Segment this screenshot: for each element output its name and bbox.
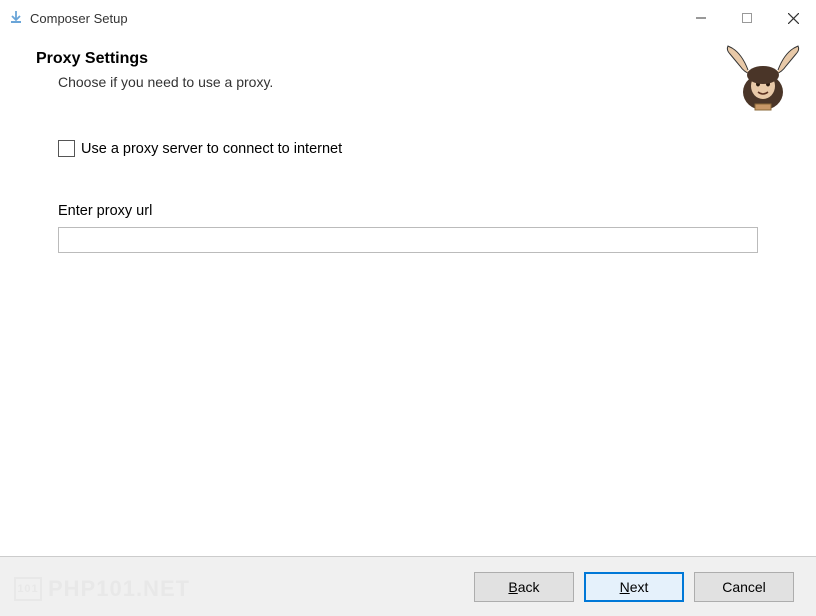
titlebar: Composer Setup	[0, 0, 816, 36]
close-button[interactable]	[770, 0, 816, 36]
cancel-button[interactable]: Cancel	[694, 572, 794, 602]
use-proxy-checkbox[interactable]	[58, 140, 75, 157]
composer-icon	[8, 10, 24, 26]
composer-logo-image	[722, 42, 804, 114]
proxy-url-label: Enter proxy url	[58, 203, 758, 219]
next-label-rest: ext	[630, 579, 649, 595]
maximize-button[interactable]	[724, 0, 770, 36]
back-button[interactable]: Back	[474, 572, 574, 602]
proxy-url-input[interactable]	[58, 227, 758, 253]
watermark: 101 PHP101.NET	[14, 576, 190, 602]
page-title: Proxy Settings	[36, 50, 796, 68]
watermark-icon: 101	[14, 577, 42, 601]
watermark-text: PHP101.NET	[48, 576, 190, 602]
use-proxy-row: Use a proxy server to connect to interne…	[58, 140, 758, 157]
window-controls	[678, 0, 816, 36]
next-button[interactable]: Next	[584, 572, 684, 602]
back-label-rest: ack	[518, 579, 540, 595]
wizard-content: Use a proxy server to connect to interne…	[0, 100, 816, 253]
use-proxy-label: Use a proxy server to connect to interne…	[81, 141, 342, 157]
minimize-button[interactable]	[678, 0, 724, 36]
window-title: Composer Setup	[30, 11, 678, 26]
wizard-footer: 101 PHP101.NET Back Next Cancel	[0, 556, 816, 616]
page-subtitle: Choose if you need to use a proxy.	[58, 74, 796, 90]
wizard-header: Proxy Settings Choose if you need to use…	[0, 36, 816, 100]
